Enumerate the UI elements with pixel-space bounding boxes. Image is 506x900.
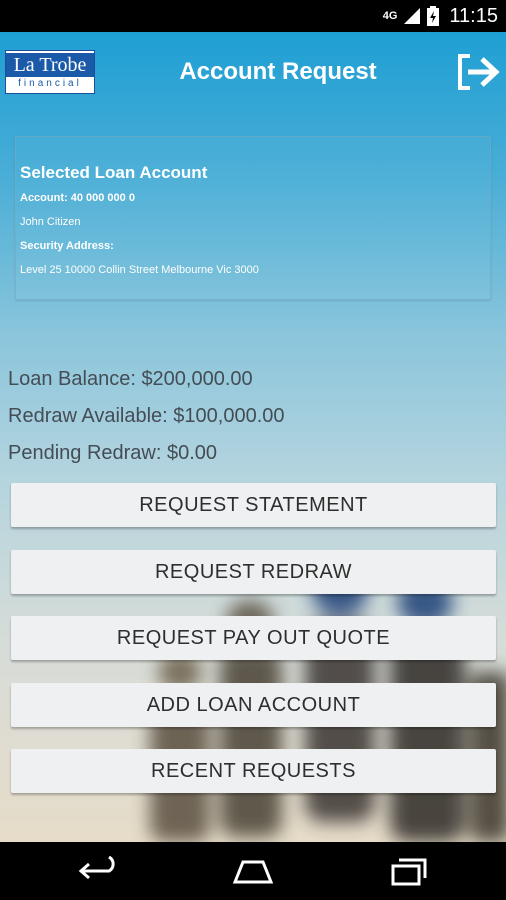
status-bar: 4G 11:15 bbox=[0, 0, 506, 32]
account-number: Account: 40 000 000 0 bbox=[20, 192, 135, 204]
request-payout-quote-button[interactable]: REQUEST PAY OUT QUOTE bbox=[11, 616, 496, 660]
security-address: Level 25 10000 Collin Street Melbourne V… bbox=[20, 264, 259, 276]
clock: 11:15 bbox=[449, 4, 498, 27]
home-icon[interactable] bbox=[231, 856, 275, 886]
page-title: Account Request bbox=[179, 58, 377, 85]
system-nav-bar bbox=[0, 842, 506, 900]
network-type: 4G bbox=[382, 10, 398, 22]
redraw-available: Redraw Available: $100,000.00 bbox=[8, 405, 285, 427]
back-icon[interactable] bbox=[77, 856, 121, 886]
app-screen: La Trobe financial Account Request Selec… bbox=[0, 32, 506, 842]
security-address-label: Security Address: bbox=[20, 240, 114, 252]
loan-balance: Loan Balance: $200,000.00 bbox=[8, 368, 253, 390]
pending-redraw: Pending Redraw: $0.00 bbox=[8, 442, 218, 464]
card-heading: Selected Loan Account bbox=[20, 163, 208, 182]
request-redraw-button[interactable]: REQUEST REDRAW bbox=[11, 550, 496, 594]
recent-requests-button[interactable]: RECENT REQUESTS bbox=[11, 749, 496, 793]
request-statement-button[interactable]: REQUEST STATEMENT bbox=[11, 483, 496, 527]
account-holder: John Citizen bbox=[20, 216, 81, 228]
la-trobe-logo: La Trobe financial bbox=[5, 50, 95, 94]
selected-loan-card: Selected Loan Account Account: 40 000 00… bbox=[15, 136, 491, 300]
add-loan-account-button[interactable]: ADD LOAN ACCOUNT bbox=[11, 683, 496, 727]
app-header: La Trobe financial Account Request bbox=[0, 32, 506, 112]
recents-icon[interactable] bbox=[387, 856, 431, 886]
logout-arrow-icon[interactable] bbox=[456, 52, 500, 92]
signal-icon bbox=[404, 8, 421, 24]
battery-icon bbox=[427, 6, 440, 26]
